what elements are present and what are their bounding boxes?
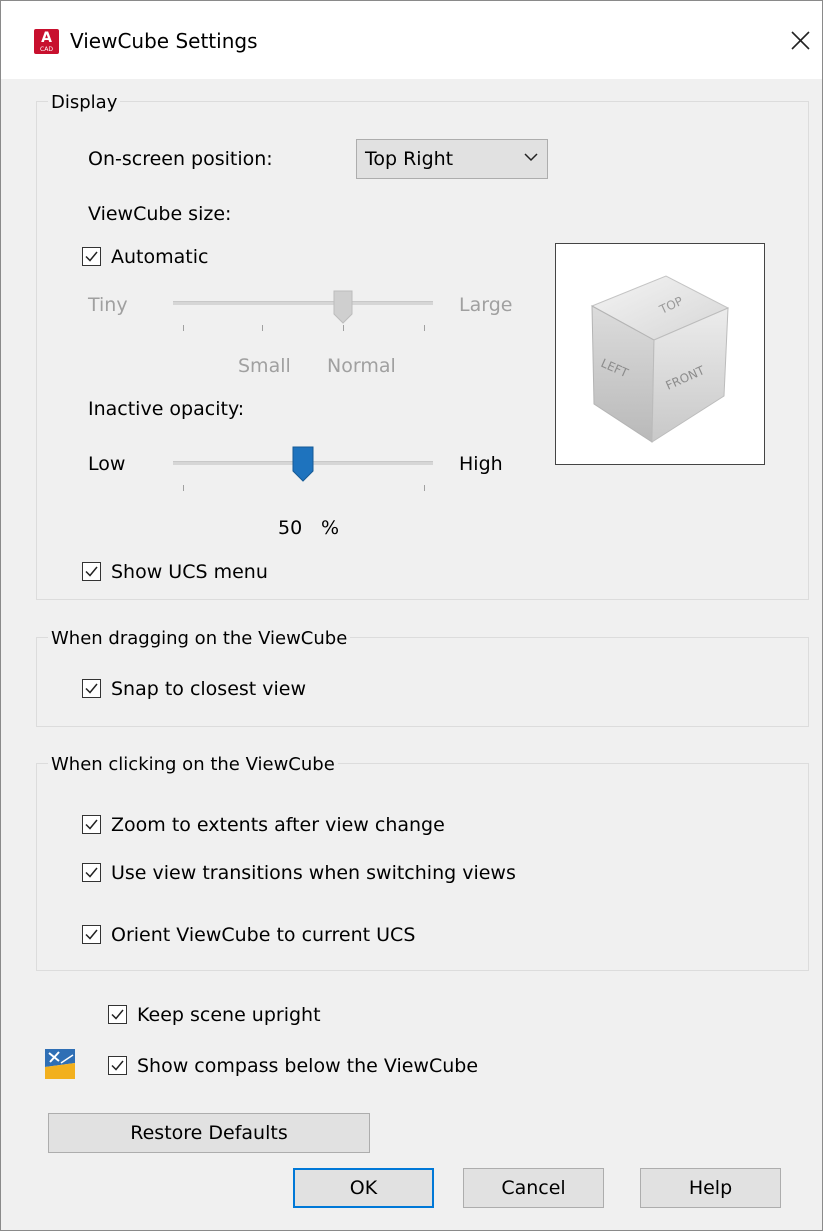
snap-closest-label: Snap to closest view bbox=[111, 678, 307, 700]
orient-ucs-checkbox[interactable] bbox=[82, 925, 101, 944]
show-compass-checkbox[interactable] bbox=[108, 1056, 127, 1075]
viewcube-settings-dialog: A CAD ViewCube Settings Display On-scree… bbox=[0, 0, 823, 1231]
checkmark-icon bbox=[85, 867, 98, 878]
opacity-value: 50 bbox=[278, 517, 303, 539]
size-min-label: Tiny bbox=[88, 294, 128, 316]
checkmark-icon bbox=[85, 929, 98, 940]
display-legend: Display bbox=[48, 92, 121, 114]
automatic-checkbox[interactable] bbox=[82, 247, 101, 266]
close-icon bbox=[791, 31, 810, 50]
checkmark-icon bbox=[85, 819, 98, 830]
opacity-label: Inactive opacity: bbox=[88, 398, 245, 420]
checkmark-icon bbox=[85, 251, 98, 262]
close-button[interactable] bbox=[781, 23, 819, 59]
keep-upright-checkbox[interactable] bbox=[108, 1005, 127, 1024]
size-tick bbox=[183, 325, 184, 331]
compass-icon bbox=[45, 1049, 75, 1079]
size-tick-label-small: Small bbox=[238, 355, 291, 377]
dialog-title: ViewCube Settings bbox=[70, 29, 258, 53]
zoom-extents-checkbox[interactable] bbox=[82, 815, 101, 834]
opacity-slider-thumb[interactable] bbox=[292, 446, 314, 482]
checkmark-icon bbox=[111, 1009, 124, 1020]
size-tick-label-normal: Normal bbox=[327, 355, 396, 377]
opacity-min-label: Low bbox=[88, 453, 126, 475]
opacity-unit: % bbox=[321, 517, 340, 539]
show-ucs-menu-checkbox[interactable] bbox=[82, 562, 101, 581]
help-button[interactable]: Help bbox=[640, 1168, 781, 1208]
checkmark-icon bbox=[85, 566, 98, 577]
size-slider-track bbox=[173, 301, 433, 305]
size-max-label: Large bbox=[459, 294, 513, 316]
checkmark-icon bbox=[85, 683, 98, 694]
size-slider-thumb[interactable] bbox=[333, 290, 353, 324]
restore-defaults-button[interactable]: Restore Defaults bbox=[48, 1113, 370, 1153]
size-tick bbox=[262, 325, 263, 331]
viewcube-icon: TOP LEFT FRONT bbox=[590, 275, 730, 443]
title-bar: A CAD ViewCube Settings bbox=[1, 1, 822, 79]
view-transitions-label: Use view transitions when switching view… bbox=[111, 862, 516, 884]
checkmark-icon bbox=[111, 1060, 124, 1071]
cancel-button[interactable]: Cancel bbox=[463, 1168, 604, 1208]
snap-closest-checkbox[interactable] bbox=[82, 679, 101, 698]
show-compass-label: Show compass below the ViewCube bbox=[137, 1055, 479, 1077]
position-dropdown[interactable]: Top Right bbox=[356, 139, 548, 179]
orient-ucs-label: Orient ViewCube to current UCS bbox=[111, 924, 416, 946]
chevron-down-icon bbox=[524, 153, 538, 162]
position-label: On-screen position: bbox=[88, 148, 273, 170]
view-transitions-checkbox[interactable] bbox=[82, 863, 101, 882]
keep-upright-label: Keep scene upright bbox=[137, 1004, 321, 1026]
opacity-max-label: High bbox=[459, 453, 503, 475]
size-tick bbox=[424, 325, 425, 331]
clicking-legend: When clicking on the ViewCube bbox=[48, 754, 338, 776]
dragging-legend: When dragging on the ViewCube bbox=[48, 628, 351, 650]
automatic-label: Automatic bbox=[111, 246, 209, 268]
show-ucs-menu-label: Show UCS menu bbox=[111, 561, 268, 583]
viewcube-preview: TOP LEFT FRONT bbox=[555, 243, 765, 465]
autocad-app-icon: A CAD bbox=[34, 29, 59, 54]
ok-button[interactable]: OK bbox=[293, 1168, 434, 1208]
zoom-extents-label: Zoom to extents after view change bbox=[111, 814, 445, 836]
size-tick bbox=[343, 325, 344, 331]
opacity-tick bbox=[424, 485, 425, 491]
opacity-tick bbox=[183, 485, 184, 491]
position-value: Top Right bbox=[365, 148, 454, 170]
size-label: ViewCube size: bbox=[88, 203, 232, 225]
